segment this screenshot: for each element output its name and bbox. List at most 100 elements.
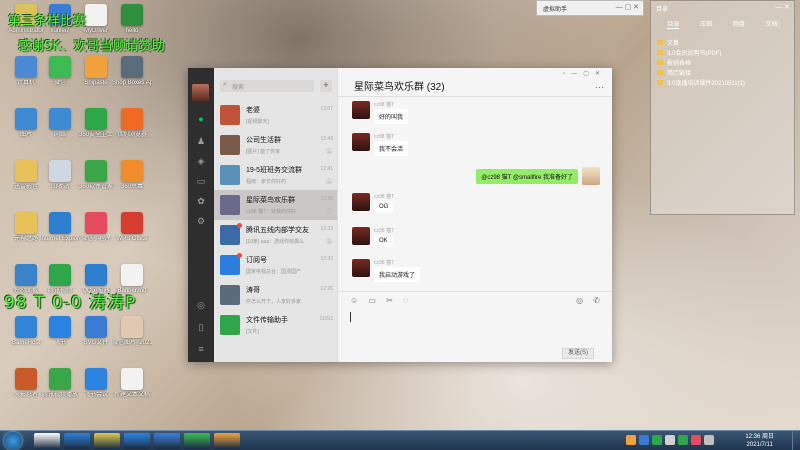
message-input-caret[interactable]	[350, 312, 351, 322]
taskbar-app-button[interactable]	[184, 433, 210, 449]
message-bubble[interactable]: OK	[374, 235, 393, 247]
games-icon[interactable]: ◎	[196, 300, 206, 310]
emoji-icon[interactable]: ☺	[350, 296, 358, 305]
chat-bubble-icon[interactable]: ◌	[403, 296, 408, 305]
desktop-icon[interactable]: SVG文件	[76, 316, 116, 347]
list-item[interactable]: 3.0直播培训课件20210511(1)	[657, 77, 788, 87]
clock[interactable]: 12:36 周日 2021/7/11	[745, 433, 774, 449]
add-button[interactable]: +	[320, 80, 332, 92]
message-bubble[interactable]: OG	[374, 201, 394, 213]
chat-list-item[interactable]: 腾讯五线内部学交友 12:33 [10条] aaa：游戏你就做么 🔕︎	[214, 220, 337, 250]
assistant-window[interactable]: 虚拟助手 — ▢ ✕	[536, 0, 644, 16]
desktop-icon[interactable]: 360杀毒	[112, 160, 152, 191]
desktop-icon[interactable]: 微信	[40, 56, 80, 87]
app-icon	[85, 316, 107, 338]
taskbar-app-button[interactable]	[34, 433, 60, 449]
scissors-icon[interactable]: ✂	[386, 296, 393, 305]
message-avatar[interactable]	[582, 167, 600, 185]
desktop-icon[interactable]: Internet Explorer	[40, 212, 80, 243]
desktop-icon[interactable]: 飞书会议	[76, 368, 116, 399]
desktop-icon[interactable]: Snipaste	[76, 56, 116, 87]
directory-window[interactable]: 目录 — ✕ 目录 压缩 网盘 文档 文集 3.0会员说明书(PDF) 报销表格…	[650, 0, 795, 215]
overlay-score: 98 T 0-0 涛涛P	[4, 293, 137, 313]
tab-compress[interactable]: 压缩	[700, 19, 712, 29]
list-item[interactable]: 简历链接	[657, 67, 788, 77]
tab-catalog[interactable]: 目录	[667, 19, 680, 29]
menu-icon[interactable]: ≡	[196, 344, 206, 354]
chat-icon[interactable]: ●	[196, 114, 206, 124]
message-bubble[interactable]: 好的叫我	[374, 109, 409, 124]
favorites-icon[interactable]: ◈	[196, 156, 206, 166]
desktop-icon[interactable]: 微信图片_20210711	[112, 316, 152, 347]
message-avatar[interactable]	[352, 101, 370, 119]
message-avatar[interactable]	[352, 227, 370, 245]
message-avatar[interactable]	[352, 133, 370, 151]
app-icon	[49, 108, 71, 130]
desktop-icon[interactable]: 飞书	[40, 316, 80, 347]
desktop-icon[interactable]: 360安全卫士	[76, 108, 116, 139]
desktop-icon[interactable]: 360软件管家	[76, 160, 116, 191]
search-input[interactable]: ⌕ 搜索	[220, 80, 314, 92]
more-icon[interactable]: ⋯	[595, 82, 604, 93]
chat-list-item[interactable]: 老婆 13:07 [视频聊天]	[214, 100, 337, 130]
tray-icon[interactable]	[639, 435, 649, 445]
desktop-icon[interactable]: 微信小程序	[76, 212, 116, 243]
message-bubble[interactable]: @cz98 猫T @smallfire 我准备好了	[476, 169, 578, 184]
tray-icon[interactable]	[678, 435, 688, 445]
chat-name: 星际菜鸟欢乐群	[246, 197, 295, 204]
window-controls[interactable]: — ✕	[775, 3, 790, 11]
file-icon[interactable]: ▭	[368, 296, 376, 305]
window-controls[interactable]: — ▢ ✕	[616, 3, 639, 11]
tray-icon[interactable]	[665, 435, 675, 445]
tray-icon[interactable]	[691, 435, 701, 445]
tab-netdisk[interactable]: 网盘	[733, 19, 745, 29]
miniprogram-icon[interactable]: ⚙	[196, 216, 206, 226]
live-icon[interactable]: ◎	[576, 296, 583, 305]
message-avatar[interactable]	[352, 259, 370, 277]
desktop-icon[interactable]: WPS Office	[112, 212, 152, 243]
chat-list-item[interactable]: 文件传输助手 11/5/3 [文件]	[214, 310, 337, 340]
chat-list-item[interactable]: 涛哥 12:26 你怎么开下，人家好多家	[214, 280, 337, 310]
desktop-icon[interactable]: 腾讯视频播放	[40, 368, 80, 399]
volume-icon[interactable]	[704, 435, 714, 445]
app-icon	[85, 56, 107, 78]
phone-icon[interactable]: ✆	[593, 296, 600, 305]
desktop-icon-label: Shop Boxes Apps	[112, 80, 152, 86]
contacts-icon[interactable]: ♟	[196, 136, 206, 146]
send-button[interactable]: 发送(S)	[562, 348, 594, 359]
desktop-icon-label: WPS Office	[116, 236, 148, 242]
moments-icon[interactable]: ✿	[196, 196, 206, 206]
desktop-icon[interactable]: 回收站	[40, 160, 80, 191]
message-avatar[interactable]	[352, 193, 370, 211]
chat-preview: [10条] aaa：游戏你就做么	[246, 239, 305, 245]
folder-icon[interactable]: ▭	[196, 176, 206, 186]
desktop-icon[interactable]: 新建文本文档	[112, 368, 152, 399]
taskbar-app-button[interactable]	[94, 433, 120, 449]
chat-list-item[interactable]: 公司生活群 12:48 [图片] 能了你家 🔕︎	[214, 130, 337, 160]
taskbar-app-button[interactable]	[214, 433, 240, 449]
phone-icon[interactable]: ▯	[196, 322, 206, 332]
desktop-icon[interactable]: 网络	[40, 108, 80, 139]
message-bubble[interactable]: 我启动游戏了	[374, 267, 421, 282]
chat-list-item[interactable]: 19-5班班务交流群 12:41 程雨：家长你好的 🔕︎	[214, 160, 337, 190]
taskbar-app-button[interactable]	[64, 433, 90, 449]
taskbar-app-button[interactable]	[154, 433, 180, 449]
window-controls[interactable]: ▫—▢✕	[563, 70, 606, 77]
chat-list-item[interactable]: 星际菜鸟欢乐群 12:36 cz98 猫T：就我的你好 🔕︎	[214, 190, 337, 220]
show-desktop-button[interactable]	[792, 431, 800, 450]
desktop-icon[interactable]: Shop Boxes Apps	[112, 56, 152, 87]
list-item[interactable]: 3.0会员说明书(PDF)	[657, 47, 788, 57]
message-bubble[interactable]: 我不会活	[374, 141, 409, 156]
desktop-icon[interactable]: hello	[112, 4, 152, 35]
list-item[interactable]: 文集	[657, 37, 788, 47]
tray-icon[interactable]	[626, 435, 636, 445]
tab-docs[interactable]: 文档	[766, 19, 778, 29]
start-button[interactable]	[4, 432, 22, 450]
app-icon	[121, 160, 143, 182]
list-item[interactable]: 报销表格	[657, 57, 788, 67]
taskbar-app-button[interactable]	[124, 433, 150, 449]
chat-list-item[interactable]: 订阅号 12:33 国家电视总台：国漫国产	[214, 250, 337, 280]
avatar[interactable]	[192, 84, 209, 101]
tray-icon[interactable]	[652, 435, 662, 445]
desktop-icon[interactable]: 猎豹浏览器	[112, 108, 152, 139]
